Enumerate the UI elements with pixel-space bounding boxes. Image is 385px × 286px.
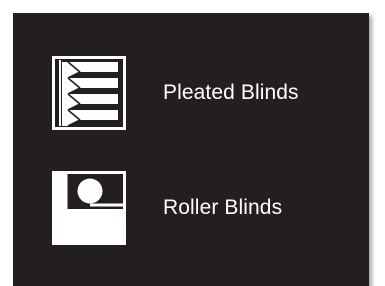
menu-item-label: Roller Blinds [163, 196, 283, 219]
menu-item-label: Pleated Blinds [163, 81, 299, 104]
menu-item-pleated-blinds[interactable]: Pleated Blinds [52, 56, 299, 130]
roller-blinds-icon [52, 171, 126, 245]
menu-item-roller-blinds[interactable]: Roller Blinds [52, 171, 282, 245]
pleated-blinds-icon [52, 56, 126, 130]
blind-type-menu: Pleated Blinds Roller Blinds [13, 13, 369, 286]
